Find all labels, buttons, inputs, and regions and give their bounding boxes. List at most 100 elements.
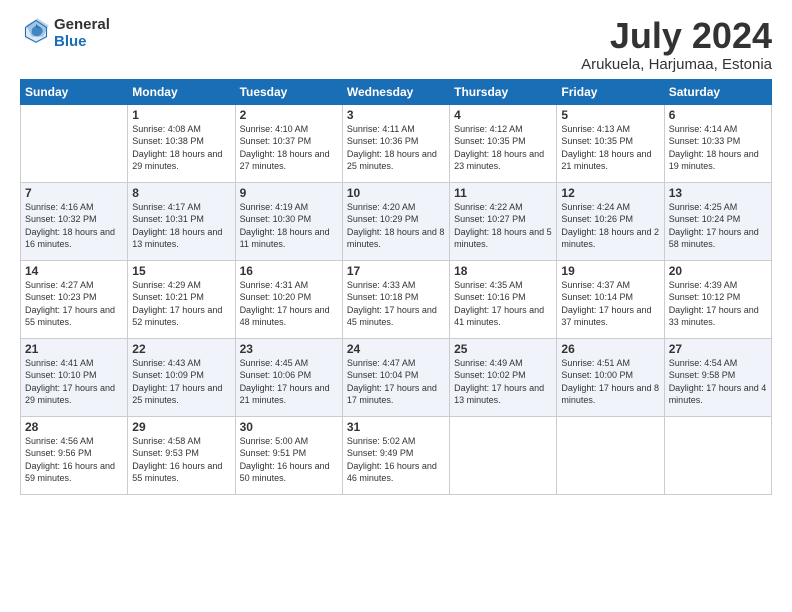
calendar-cell: 14Sunrise: 4:27 AMSunset: 10:23 PMDaylig… bbox=[21, 260, 128, 338]
day-number: 7 bbox=[25, 186, 123, 200]
calendar-cell: 22Sunrise: 4:43 AMSunset: 10:09 PMDaylig… bbox=[128, 338, 235, 416]
header-thursday: Thursday bbox=[450, 79, 557, 104]
day-info: Sunrise: 4:16 AMSunset: 10:32 PMDaylight… bbox=[25, 201, 123, 251]
day-number: 14 bbox=[25, 264, 123, 278]
calendar-cell bbox=[557, 416, 664, 494]
day-info: Sunrise: 4:19 AMSunset: 10:30 PMDaylight… bbox=[240, 201, 338, 251]
day-info: Sunrise: 4:31 AMSunset: 10:20 PMDaylight… bbox=[240, 279, 338, 329]
day-number: 24 bbox=[347, 342, 445, 356]
calendar-cell: 17Sunrise: 4:33 AMSunset: 10:18 PMDaylig… bbox=[342, 260, 449, 338]
calendar-cell: 3Sunrise: 4:11 AMSunset: 10:36 PMDayligh… bbox=[342, 104, 449, 182]
calendar-cell: 30Sunrise: 5:00 AMSunset: 9:51 PMDayligh… bbox=[235, 416, 342, 494]
day-number: 23 bbox=[240, 342, 338, 356]
day-info: Sunrise: 4:08 AMSunset: 10:38 PMDaylight… bbox=[132, 123, 230, 173]
calendar-cell: 13Sunrise: 4:25 AMSunset: 10:24 PMDaylig… bbox=[664, 182, 771, 260]
calendar-cell bbox=[664, 416, 771, 494]
day-number: 18 bbox=[454, 264, 552, 278]
calendar-cell: 28Sunrise: 4:56 AMSunset: 9:56 PMDayligh… bbox=[21, 416, 128, 494]
day-number: 11 bbox=[454, 186, 552, 200]
header: General Blue July 2024 Arukuela, Harjuma… bbox=[20, 16, 772, 73]
day-number: 29 bbox=[132, 420, 230, 434]
calendar-cell: 27Sunrise: 4:54 AMSunset: 9:58 PMDayligh… bbox=[664, 338, 771, 416]
day-info: Sunrise: 4:45 AMSunset: 10:06 PMDaylight… bbox=[240, 357, 338, 407]
calendar-week-row: 14Sunrise: 4:27 AMSunset: 10:23 PMDaylig… bbox=[21, 260, 772, 338]
day-info: Sunrise: 4:56 AMSunset: 9:56 PMDaylight:… bbox=[25, 435, 123, 485]
calendar-week-row: 7Sunrise: 4:16 AMSunset: 10:32 PMDayligh… bbox=[21, 182, 772, 260]
calendar-header-row: Sunday Monday Tuesday Wednesday Thursday… bbox=[21, 79, 772, 104]
day-info: Sunrise: 4:43 AMSunset: 10:09 PMDaylight… bbox=[132, 357, 230, 407]
day-info: Sunrise: 4:22 AMSunset: 10:27 PMDaylight… bbox=[454, 201, 552, 251]
day-number: 5 bbox=[561, 108, 659, 122]
day-number: 19 bbox=[561, 264, 659, 278]
day-number: 26 bbox=[561, 342, 659, 356]
day-info: Sunrise: 4:39 AMSunset: 10:12 PMDaylight… bbox=[669, 279, 767, 329]
day-info: Sunrise: 4:12 AMSunset: 10:35 PMDaylight… bbox=[454, 123, 552, 173]
calendar-week-row: 1Sunrise: 4:08 AMSunset: 10:38 PMDayligh… bbox=[21, 104, 772, 182]
day-number: 17 bbox=[347, 264, 445, 278]
calendar-cell: 2Sunrise: 4:10 AMSunset: 10:37 PMDayligh… bbox=[235, 104, 342, 182]
calendar-cell bbox=[450, 416, 557, 494]
day-info: Sunrise: 5:00 AMSunset: 9:51 PMDaylight:… bbox=[240, 435, 338, 485]
day-info: Sunrise: 4:49 AMSunset: 10:02 PMDaylight… bbox=[454, 357, 552, 407]
calendar-subtitle: Arukuela, Harjumaa, Estonia bbox=[581, 56, 772, 73]
calendar-cell: 23Sunrise: 4:45 AMSunset: 10:06 PMDaylig… bbox=[235, 338, 342, 416]
day-info: Sunrise: 4:25 AMSunset: 10:24 PMDaylight… bbox=[669, 201, 767, 251]
day-info: Sunrise: 4:13 AMSunset: 10:35 PMDaylight… bbox=[561, 123, 659, 173]
logo-blue: Blue bbox=[54, 33, 110, 50]
day-info: Sunrise: 4:24 AMSunset: 10:26 PMDaylight… bbox=[561, 201, 659, 251]
header-sunday: Sunday bbox=[21, 79, 128, 104]
calendar-cell: 24Sunrise: 4:47 AMSunset: 10:04 PMDaylig… bbox=[342, 338, 449, 416]
calendar-page: General Blue July 2024 Arukuela, Harjuma… bbox=[0, 0, 792, 612]
day-number: 25 bbox=[454, 342, 552, 356]
day-number: 27 bbox=[669, 342, 767, 356]
header-tuesday: Tuesday bbox=[235, 79, 342, 104]
day-info: Sunrise: 4:17 AMSunset: 10:31 PMDaylight… bbox=[132, 201, 230, 251]
calendar-cell: 5Sunrise: 4:13 AMSunset: 10:35 PMDayligh… bbox=[557, 104, 664, 182]
day-info: Sunrise: 4:27 AMSunset: 10:23 PMDaylight… bbox=[25, 279, 123, 329]
day-info: Sunrise: 5:02 AMSunset: 9:49 PMDaylight:… bbox=[347, 435, 445, 485]
day-info: Sunrise: 4:35 AMSunset: 10:16 PMDaylight… bbox=[454, 279, 552, 329]
day-info: Sunrise: 4:11 AMSunset: 10:36 PMDaylight… bbox=[347, 123, 445, 173]
calendar-cell: 9Sunrise: 4:19 AMSunset: 10:30 PMDayligh… bbox=[235, 182, 342, 260]
day-number: 16 bbox=[240, 264, 338, 278]
calendar-cell: 4Sunrise: 4:12 AMSunset: 10:35 PMDayligh… bbox=[450, 104, 557, 182]
calendar-cell: 12Sunrise: 4:24 AMSunset: 10:26 PMDaylig… bbox=[557, 182, 664, 260]
day-info: Sunrise: 4:20 AMSunset: 10:29 PMDaylight… bbox=[347, 201, 445, 251]
calendar-cell: 10Sunrise: 4:20 AMSunset: 10:29 PMDaylig… bbox=[342, 182, 449, 260]
day-number: 15 bbox=[132, 264, 230, 278]
header-wednesday: Wednesday bbox=[342, 79, 449, 104]
calendar-cell: 1Sunrise: 4:08 AMSunset: 10:38 PMDayligh… bbox=[128, 104, 235, 182]
title-block: July 2024 Arukuela, Harjumaa, Estonia bbox=[581, 16, 772, 73]
day-info: Sunrise: 4:29 AMSunset: 10:21 PMDaylight… bbox=[132, 279, 230, 329]
day-info: Sunrise: 4:58 AMSunset: 9:53 PMDaylight:… bbox=[132, 435, 230, 485]
day-info: Sunrise: 4:41 AMSunset: 10:10 PMDaylight… bbox=[25, 357, 123, 407]
day-number: 28 bbox=[25, 420, 123, 434]
calendar-cell: 29Sunrise: 4:58 AMSunset: 9:53 PMDayligh… bbox=[128, 416, 235, 494]
day-number: 31 bbox=[347, 420, 445, 434]
day-number: 6 bbox=[669, 108, 767, 122]
calendar-cell: 7Sunrise: 4:16 AMSunset: 10:32 PMDayligh… bbox=[21, 182, 128, 260]
day-info: Sunrise: 4:37 AMSunset: 10:14 PMDaylight… bbox=[561, 279, 659, 329]
calendar-cell: 19Sunrise: 4:37 AMSunset: 10:14 PMDaylig… bbox=[557, 260, 664, 338]
day-number: 2 bbox=[240, 108, 338, 122]
calendar-table: Sunday Monday Tuesday Wednesday Thursday… bbox=[20, 79, 772, 495]
day-info: Sunrise: 4:47 AMSunset: 10:04 PMDaylight… bbox=[347, 357, 445, 407]
calendar-cell: 21Sunrise: 4:41 AMSunset: 10:10 PMDaylig… bbox=[21, 338, 128, 416]
day-number: 9 bbox=[240, 186, 338, 200]
header-friday: Friday bbox=[557, 79, 664, 104]
calendar-week-row: 21Sunrise: 4:41 AMSunset: 10:10 PMDaylig… bbox=[21, 338, 772, 416]
calendar-cell: 11Sunrise: 4:22 AMSunset: 10:27 PMDaylig… bbox=[450, 182, 557, 260]
day-number: 10 bbox=[347, 186, 445, 200]
day-info: Sunrise: 4:51 AMSunset: 10:00 PMDaylight… bbox=[561, 357, 659, 407]
logo: General Blue bbox=[20, 16, 110, 50]
day-number: 13 bbox=[669, 186, 767, 200]
calendar-cell: 8Sunrise: 4:17 AMSunset: 10:31 PMDayligh… bbox=[128, 182, 235, 260]
day-number: 22 bbox=[132, 342, 230, 356]
day-number: 21 bbox=[25, 342, 123, 356]
header-monday: Monday bbox=[128, 79, 235, 104]
day-number: 4 bbox=[454, 108, 552, 122]
day-info: Sunrise: 4:33 AMSunset: 10:18 PMDaylight… bbox=[347, 279, 445, 329]
calendar-cell: 15Sunrise: 4:29 AMSunset: 10:21 PMDaylig… bbox=[128, 260, 235, 338]
calendar-title: July 2024 bbox=[581, 16, 772, 56]
day-number: 20 bbox=[669, 264, 767, 278]
